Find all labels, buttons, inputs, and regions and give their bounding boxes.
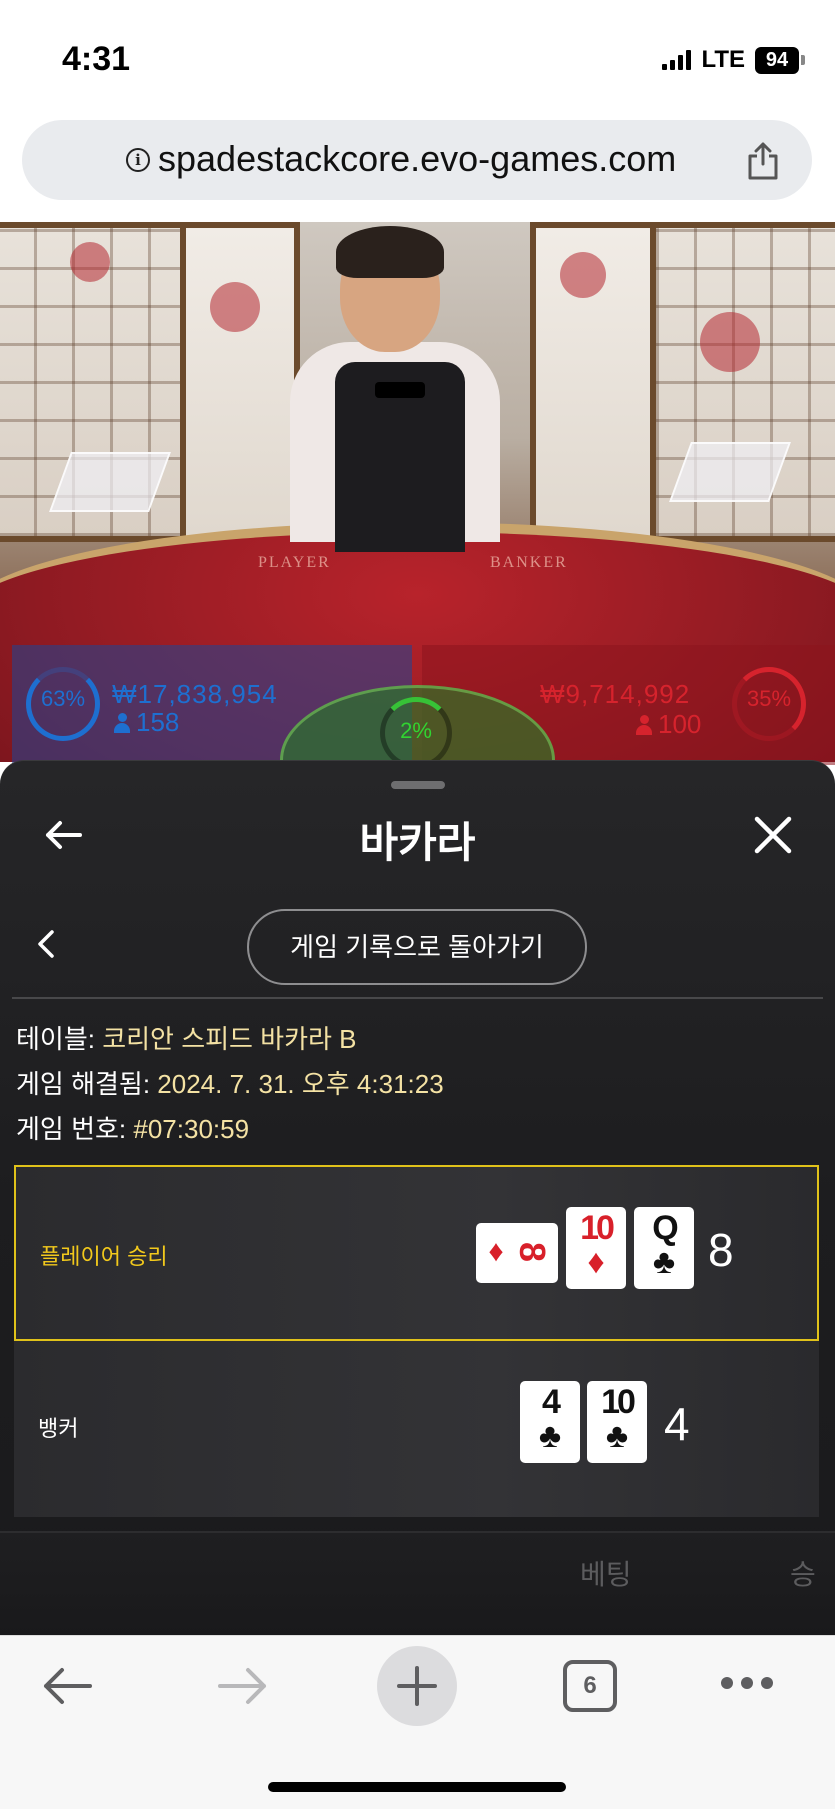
banker-percent: 35% [746,686,792,711]
player-score: 8 [708,1224,734,1276]
table-label: 테이블: [16,1024,95,1054]
player-count: 158 [136,707,180,737]
sheet-title: 바카라 [359,819,476,866]
banker-count: 100 [658,709,702,739]
game-number-value: #07:30:59 [133,1114,250,1144]
win-column-header: 승 [790,1559,816,1590]
player-result-label: 플레이어 승리 [40,1244,168,1269]
resolved-label: 게임 해결됨: [16,1069,151,1099]
playing-card: 4 ♣ [520,1381,580,1463]
game-number-label: 게임 번호: [16,1114,127,1144]
battery-icon: 94 [755,46,805,74]
banker-amount: ₩9,714,992 [540,679,691,709]
bet-table-header: 베팅 승 [0,1531,835,1636]
playing-card: Q ♣ [634,1207,694,1289]
felt-player-label: PLAYER [258,554,331,571]
info-icon[interactable]: i [126,148,150,172]
card-suit: ♣ [538,1417,562,1455]
bet-column-header: 베팅 [580,1559,632,1590]
status-indicators: LTE 94 [662,46,805,74]
table-value: 코리안 스피드 바카라 B [102,1024,357,1054]
close-icon[interactable] [751,813,795,857]
more-icon[interactable] [720,1676,774,1690]
banker-score: 4 [664,1398,690,1450]
resolved-info: 게임 해결됨: 2024. 7. 31. 오후 4:31:23 [16,1064,444,1101]
plus-icon [397,1666,437,1706]
back-to-history-button[interactable]: 게임 기록으로 돌아가기 [247,909,587,985]
game-history-sheet: 바카라 게임 기록으로 돌아가기 테이블: 코리안 스피드 바카라 B 게임 해… [0,760,835,1636]
status-time: 4:31 [62,40,131,78]
card-suit: ♦ [488,1235,504,1268]
address-bar[interactable]: i spadestackcore.evo-games.com [22,120,812,200]
card-rank: 8 [512,1241,553,1263]
card-suit: ♦ [587,1243,605,1281]
url-text[interactable]: spadestackcore.evo-games.com [158,138,676,180]
table-info: 테이블: 코리안 스피드 바카라 B [16,1019,357,1056]
new-tab-button[interactable] [377,1646,457,1726]
playing-card: 10 ♦ [566,1207,626,1289]
decor-screen [180,222,300,542]
divider [12,997,823,999]
person-icon [636,715,652,735]
network-type: LTE [701,46,745,73]
status-bar: 4:31 LTE 94 [0,0,835,110]
person-icon [114,713,130,733]
playing-card: 10 ♣ [587,1381,647,1463]
felt-banker-label: BANKER [490,554,568,571]
playing-card: ♦ 8 [476,1223,558,1283]
player-result-row: 플레이어 승리 ♦ 8 10 ♦ Q ♣ 8 [14,1165,819,1341]
battery-level: 94 [755,46,799,74]
forward-icon[interactable] [216,1666,268,1706]
card-suit: ♣ [605,1417,629,1455]
tie-percent: 2% [400,718,432,743]
game-number-info: 게임 번호: #07:30:59 [16,1109,249,1146]
browser-toolbar: 6 [0,1635,835,1809]
card-suit: ♣ [652,1243,676,1281]
back-icon[interactable] [42,1666,94,1706]
chevron-left-icon[interactable] [34,929,58,959]
home-indicator[interactable] [268,1782,566,1792]
banker-result-row: 뱅커 4 ♣ 10 ♣ 4 [14,1341,819,1517]
sheet-grabber[interactable] [391,781,445,789]
resolved-value: 2024. 7. 31. 오후 4:31:23 [157,1069,444,1099]
player-amount: ₩17,838,954 [112,679,278,709]
share-icon[interactable] [746,142,780,180]
tabs-button[interactable]: 6 [563,1660,617,1712]
player-percent: 63% [40,686,86,711]
banker-result-label: 뱅커 [38,1416,79,1441]
signal-icon [662,50,692,70]
